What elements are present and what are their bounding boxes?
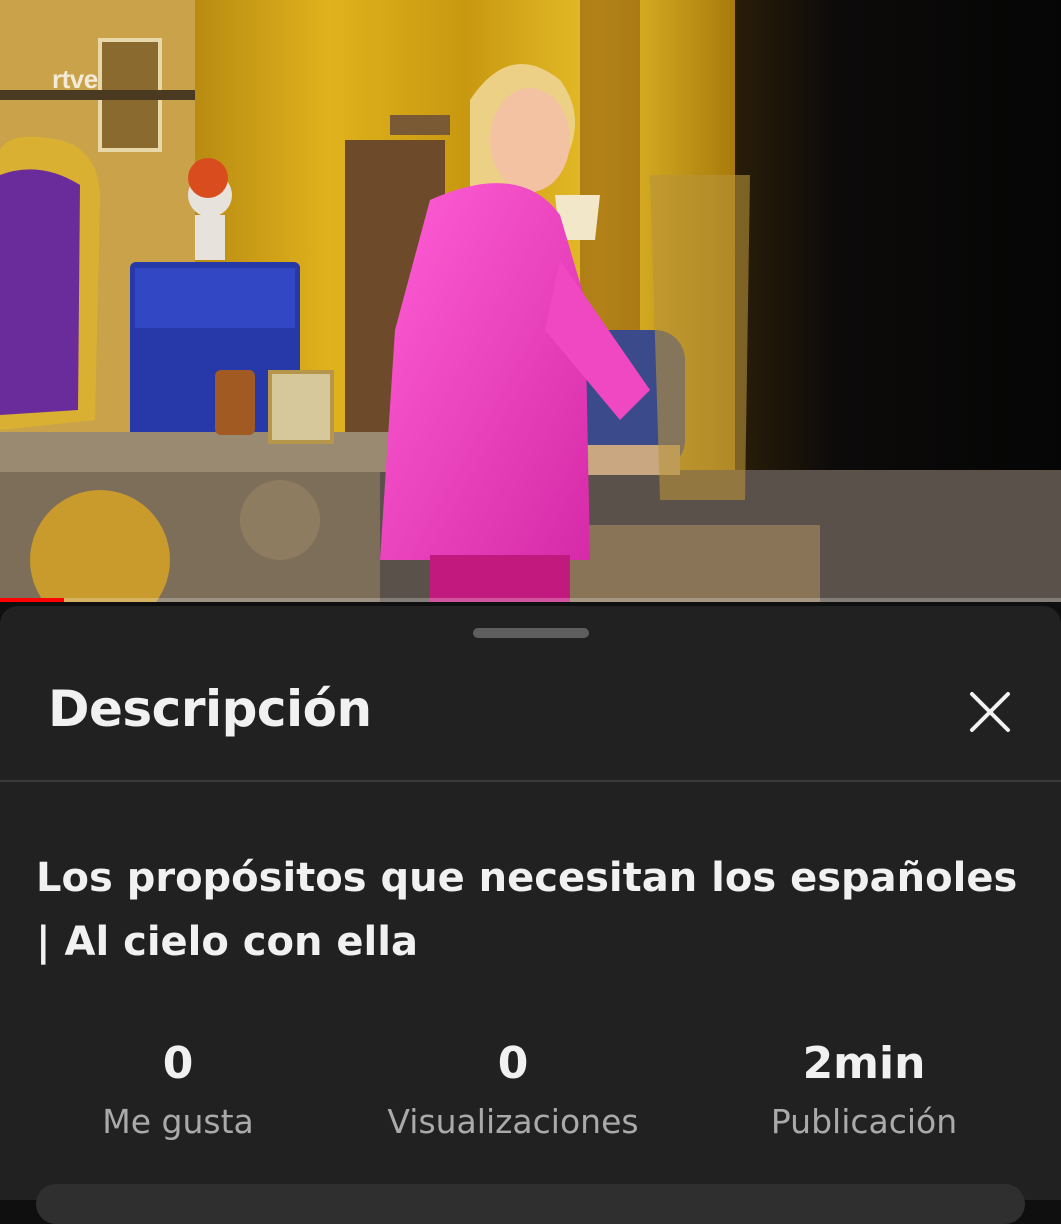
channel-watermark: rtve <box>52 64 98 94</box>
stat-views: 0 Visualizaciones <box>343 1036 683 1144</box>
likes-count: 0 <box>162 1038 194 1089</box>
likes-label: Me gusta <box>102 1102 254 1141</box>
close-icon <box>970 692 1010 732</box>
views-count: 0 <box>497 1038 529 1089</box>
video-progress-fill <box>0 598 64 602</box>
stat-published: 2min Publicación <box>694 1036 1034 1144</box>
header-divider <box>0 780 1061 782</box>
stats-row: 0 Me gusta 0 Visualizaciones 2min Public… <box>0 1036 1061 1156</box>
video-player[interactable]: rtve <box>0 0 1061 602</box>
stat-likes: 0 Me gusta <box>8 1036 348 1144</box>
published-value: 2min <box>802 1038 926 1089</box>
video-progress-bar[interactable] <box>0 598 1061 602</box>
views-label: Visualizaciones <box>387 1102 639 1141</box>
published-label: Publicación <box>770 1102 958 1141</box>
drag-handle[interactable] <box>473 628 589 638</box>
description-sheet: Descripción Los propósitos que necesitan… <box>0 606 1061 1224</box>
description-body-card[interactable] <box>36 1184 1025 1224</box>
video-frame-image <box>0 0 1061 602</box>
sheet-title: Descripción <box>48 680 372 738</box>
video-title: Los propósitos que necesitan los español… <box>36 855 1018 965</box>
close-button[interactable] <box>960 682 1020 742</box>
